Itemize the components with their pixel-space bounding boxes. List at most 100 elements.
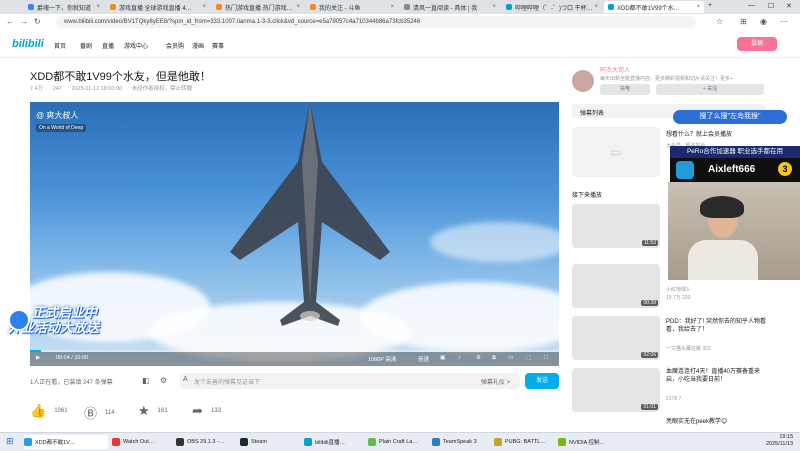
webfullscreen-icon[interactable]: ⬚ xyxy=(526,355,531,361)
send-button[interactable]: 发送 xyxy=(525,373,559,389)
nav-item[interactable]: 直播 xyxy=(102,41,114,50)
danmaku-input[interactable]: A 发个友善的弹幕见证当下 弹幕礼仪 > xyxy=(180,373,520,389)
taskbar-item[interactable]: PUBG: BATTL… xyxy=(494,435,546,449)
close-icon[interactable]: × xyxy=(390,4,394,10)
taskbar-item[interactable]: bilibili直播… xyxy=(304,435,345,449)
rec-title[interactable]: 亮眼实无在peek教学😊 xyxy=(666,418,766,426)
new-tab-icon[interactable]: + xyxy=(708,2,712,9)
close-icon[interactable]: × xyxy=(492,4,496,10)
webcam-feed xyxy=(668,182,800,280)
tab[interactable]: 我的关注 - 斗鱼 × xyxy=(306,1,398,13)
close-icon[interactable]: × xyxy=(296,4,300,10)
play-icon[interactable]: ▶ xyxy=(36,355,40,361)
subtitle-icon[interactable]: ▣ xyxy=(440,355,445,361)
video-player[interactable]: @ 爽大叔人 On a World of Deep ▶ 00:04 / 10:0… xyxy=(30,102,559,366)
player-controls: ▶ 00:04 / 10:00 1080P 高清 倍速 ▣ ♪ ⚙ ⧉ ▭ ⬚ … xyxy=(30,352,559,366)
tv-icon: ▭ xyxy=(610,145,622,159)
back-icon[interactable]: ← xyxy=(6,17,14,26)
post-button[interactable]: 投稿 xyxy=(737,37,777,51)
quality-button[interactable]: 1080P 高清 xyxy=(368,355,396,363)
next-up-label: 接下来播放 xyxy=(572,193,603,199)
rec-title[interactable]: 血魔连连打4天！直播40万赛备重来启，小吃当我要日前！ xyxy=(666,368,766,384)
rec-thumb[interactable]: 00:39 xyxy=(572,264,660,308)
danmaku-settings-icon[interactable]: ⚙ xyxy=(160,376,167,385)
close-icon[interactable]: × xyxy=(202,4,206,10)
app-icon xyxy=(112,438,120,446)
favicon-icon xyxy=(216,4,222,10)
tab[interactable]: 哔哩哔哩（゜-゜)つ口 干杯… × xyxy=(502,1,602,13)
bilibili-icon xyxy=(304,438,312,446)
nav-item[interactable]: 游戏中心 xyxy=(124,41,148,50)
teamspeak-icon xyxy=(432,438,440,446)
nav-item[interactable]: 首页 xyxy=(54,41,66,50)
close-icon[interactable]: × xyxy=(696,4,700,10)
uploader-avatar[interactable] xyxy=(572,70,594,92)
tab[interactable]: 游戏直播 全球游戏直播 4… × xyxy=(106,1,210,13)
rec-thumb[interactable]: 01:01 xyxy=(572,368,660,412)
widescreen-icon[interactable]: ▭ xyxy=(508,355,513,361)
tab[interactable]: 热门游戏直播 热门游戏… × xyxy=(212,1,304,13)
start-icon[interactable]: ⊞ xyxy=(6,436,14,447)
promo-sticker: 正式启业中 开业活动大放送 xyxy=(8,305,99,335)
fullscreen-icon[interactable]: ⛶ xyxy=(544,355,548,362)
taskbar-item[interactable]: Plain Craft La… xyxy=(368,435,418,449)
watermark: @ 爽大叔人 xyxy=(36,111,79,120)
close-icon[interactable]: × xyxy=(96,4,100,10)
favorite-button[interactable]: ★ 161 xyxy=(138,403,168,419)
charge-button[interactable]: 充电 xyxy=(600,84,650,95)
maximize-icon[interactable]: ☐ xyxy=(768,2,774,10)
speed-button[interactable]: 倍速 xyxy=(418,355,429,363)
vip-ad-cover[interactable]: ▭ xyxy=(572,127,660,177)
taskbar-item[interactable]: XDD都不敢1V… xyxy=(24,435,108,449)
site-header: bilibili 首页 番剧 直播 游戏中心 会员购 漫画 赛事 投稿 xyxy=(0,31,800,58)
url-input[interactable]: www.bilibili.com/video/BV1TQky8yEE8/?spm… xyxy=(56,16,696,28)
taskbar-item[interactable]: OBS 29.1.3 -… xyxy=(176,435,224,449)
profile-icon[interactable]: ◉ xyxy=(760,17,767,26)
taskbar-item[interactable]: Watch Out… xyxy=(112,435,154,449)
bilibili-logo[interactable]: bilibili xyxy=(12,38,44,50)
rec-meta: 一只猫头鹰在路 322 xyxy=(666,346,711,352)
rec-thumb[interactable]: 11:53 xyxy=(572,204,660,248)
like-button[interactable]: 👍 1061 xyxy=(30,403,68,419)
tab-active[interactable]: XDD都不敢1V99个水… × xyxy=(604,1,704,13)
time-display: 00:04 / 10:00 xyxy=(56,355,89,361)
rec-thumb[interactable]: 02:06 xyxy=(572,316,660,360)
nav-item[interactable]: 番剧 xyxy=(80,41,92,50)
nav-item[interactable]: 赛事 xyxy=(212,41,224,50)
reload-icon[interactable]: ↻ xyxy=(34,17,41,26)
nav-item[interactable]: 漫画 xyxy=(192,41,204,50)
danmaku-toggle-icon[interactable]: ◧ xyxy=(142,376,150,385)
vip-ad-title[interactable]: 想看什么？就上会员播放 xyxy=(666,129,732,138)
favicon-icon xyxy=(608,4,614,10)
star-icon[interactable]: ☆ xyxy=(716,17,723,26)
taskbar: ⊞ XDD都不敢1V… Watch Out… OBS 29.1.3 -… Ste… xyxy=(0,432,800,451)
nav-item[interactable]: 会员购 xyxy=(166,41,184,50)
like-count: 1061 xyxy=(54,408,68,414)
uploader-name[interactable]: 阿杰大司人 xyxy=(600,65,630,74)
taskbar-item[interactable]: TeamSpeak 3 xyxy=(432,435,477,449)
danmaku-etiquette-link[interactable]: 弹幕礼仪 > xyxy=(481,377,510,386)
menu-icon[interactable]: ⋯ xyxy=(780,17,788,26)
pip-icon[interactable]: ⧉ xyxy=(492,355,496,362)
rec-title[interactable]: PDD：我好了! 突然你去的知乎人物看看，我给去了！ xyxy=(666,318,766,334)
system-clock[interactable]: 19:15 2025/11/13 xyxy=(766,434,793,448)
settings-icon[interactable]: ⚙ xyxy=(476,355,481,361)
follow-button[interactable]: + 关注 xyxy=(656,84,764,95)
close-icon[interactable]: × xyxy=(594,4,598,10)
favicon-icon xyxy=(506,4,512,10)
text-style-icon[interactable]: A xyxy=(183,376,188,383)
extensions-icon[interactable]: ⊞ xyxy=(740,17,747,26)
forward-icon[interactable]: → xyxy=(20,17,28,26)
minimize-icon[interactable]: — xyxy=(748,2,755,9)
taskbar-item[interactable]: NVIDIA 控制… xyxy=(558,435,605,449)
close-window-icon[interactable]: ✕ xyxy=(786,2,792,10)
share-count: 133 xyxy=(210,408,221,414)
taskbar-item[interactable]: Steam xyxy=(240,435,267,449)
volume-icon[interactable]: ♪ xyxy=(458,355,461,361)
favicon-icon xyxy=(28,4,34,10)
coin-button[interactable]: Ⓑ 114 xyxy=(84,403,115,422)
tab[interactable]: 清风一直阅读 - 具体 | 我 × xyxy=(400,1,500,13)
view-count: 7.4万 xyxy=(30,86,44,92)
share-button[interactable]: ➦ 133 xyxy=(192,403,221,419)
tab[interactable]: 爵魂一下，你就知道 × xyxy=(24,1,104,13)
